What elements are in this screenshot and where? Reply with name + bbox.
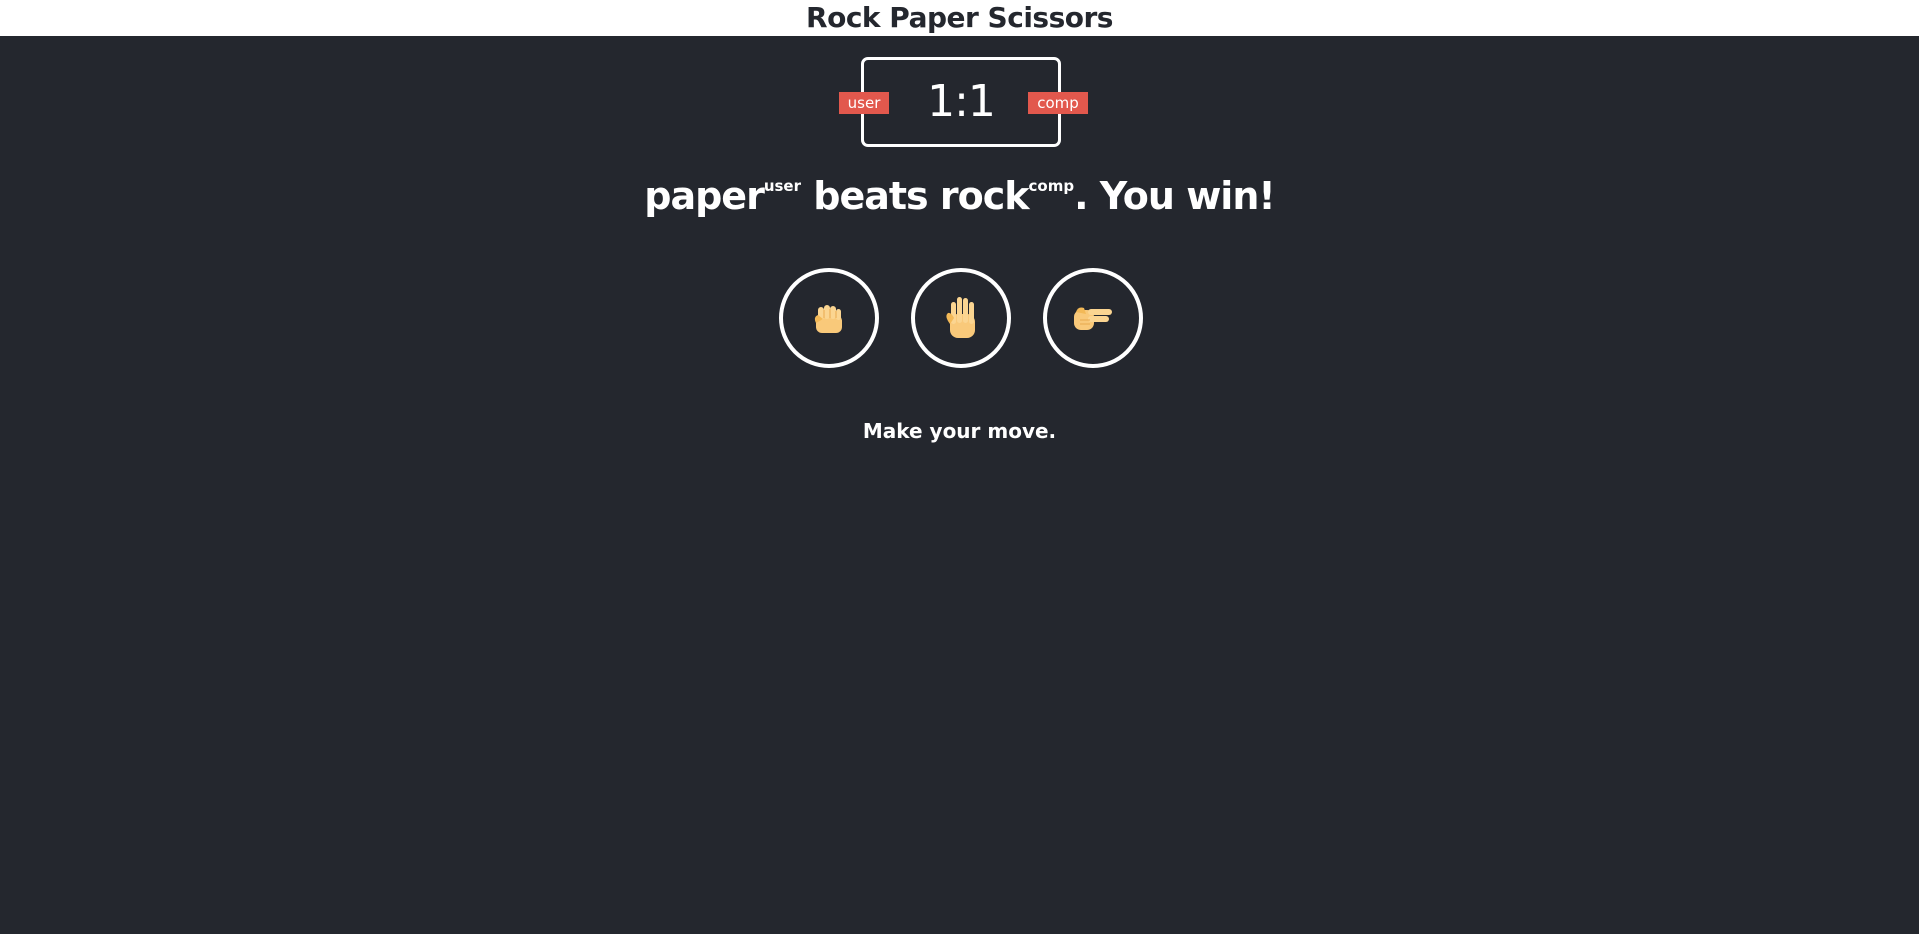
user-badge: user: [839, 92, 889, 114]
user-tag: user: [763, 177, 802, 195]
paper-button[interactable]: [911, 268, 1011, 368]
comp-tag: comp: [1028, 177, 1075, 195]
victory-hand-icon: [1074, 307, 1112, 330]
result-message: paperuser beats rockcomp. You win!: [0, 172, 1919, 220]
comp-choice-text: rock: [939, 174, 1030, 218]
outcome-text: . You win!: [1074, 174, 1276, 218]
fist-icon: [814, 305, 842, 333]
result-middle-text: beats: [801, 174, 940, 218]
move-prompt: Make your move.: [862, 419, 1057, 443]
comp-badge: comp: [1028, 92, 1088, 114]
header: Rock Paper Scissors: [0, 0, 1919, 36]
scissors-button[interactable]: [1043, 268, 1143, 368]
raised-hand-icon: [946, 297, 975, 338]
scoreboard: 1:1 user comp: [839, 57, 1088, 147]
rock-button[interactable]: [779, 268, 879, 368]
user-choice-text: paper: [644, 174, 765, 218]
page-title: Rock Paper Scissors: [806, 1, 1113, 34]
